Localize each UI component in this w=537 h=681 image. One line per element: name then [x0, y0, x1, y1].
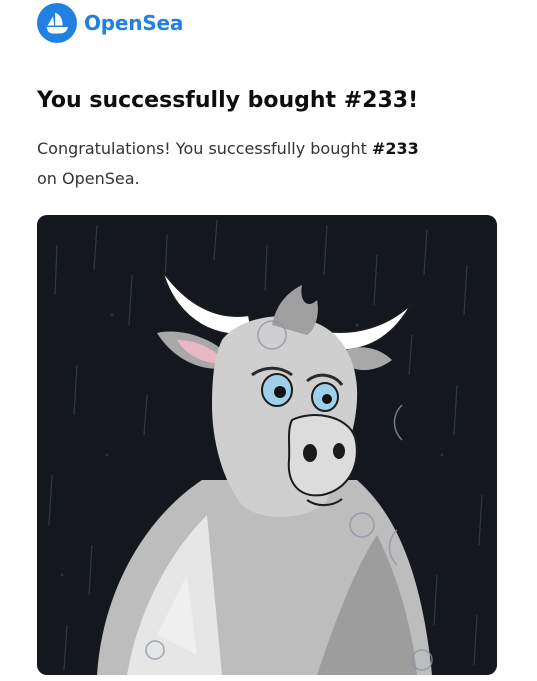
nft-image[interactable] [37, 215, 497, 675]
header: OpenSea [37, 3, 183, 43]
message-prefix: Congratulations! You successfully bought [37, 139, 372, 158]
brand-name[interactable]: OpenSea [84, 11, 183, 35]
message-suffix: on OpenSea. [37, 169, 140, 188]
opensea-logo-icon[interactable] [37, 3, 77, 43]
page-title: You successfully bought #233! [37, 88, 419, 113]
item-id: #233 [372, 139, 419, 158]
success-message: Congratulations! You successfully bought… [37, 134, 477, 194]
